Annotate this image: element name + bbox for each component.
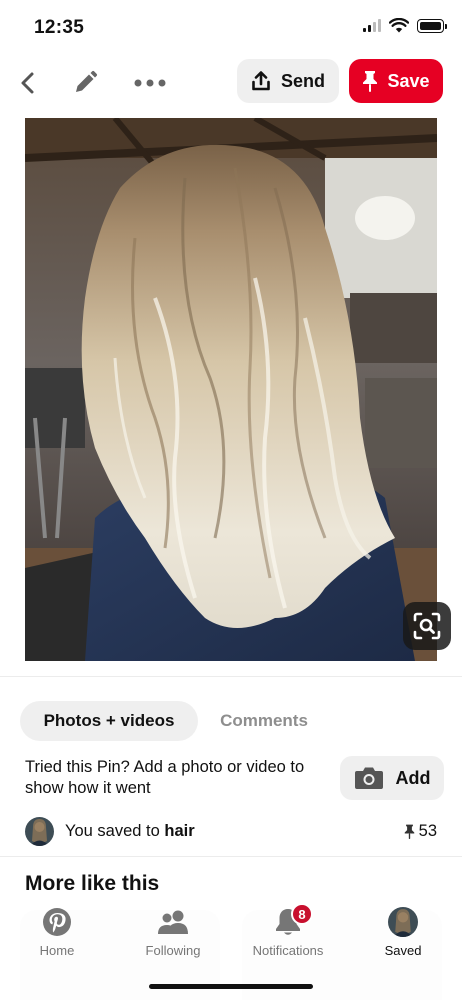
- save-button[interactable]: Save: [349, 59, 443, 103]
- send-button[interactable]: Send: [237, 59, 339, 103]
- pushpin-icon: [404, 824, 414, 839]
- saved-to-text: You saved to hair: [65, 822, 195, 841]
- add-label: Add: [395, 767, 431, 788]
- saved-to-board-row[interactable]: You saved to hair 53: [25, 816, 437, 846]
- tab-photos-videos[interactable]: Photos + videos: [20, 701, 198, 741]
- nav-following[interactable]: Following: [123, 906, 223, 958]
- avatar: [388, 907, 418, 937]
- pin-image[interactable]: [25, 118, 437, 661]
- tab-comments[interactable]: Comments: [199, 701, 329, 741]
- status-time: 12:35: [34, 17, 85, 38]
- pinterest-logo-icon: [41, 906, 73, 938]
- cellular-signal-icon: [363, 19, 381, 32]
- profile-avatar: [387, 906, 419, 938]
- visual-search-icon: [413, 612, 441, 640]
- nav-notifications[interactable]: 8 Notifications: [238, 903, 338, 958]
- divider: [0, 856, 462, 857]
- ellipsis-icon[interactable]: [133, 66, 167, 100]
- home-indicator: [149, 984, 313, 989]
- nav-notifications-label: Notifications: [252, 943, 324, 958]
- save-count: 53: [404, 822, 437, 841]
- send-label: Send: [280, 70, 325, 91]
- wifi-icon: [389, 18, 409, 33]
- chevron-left-icon[interactable]: [11, 66, 45, 100]
- status-icons: [363, 18, 447, 33]
- nav-home-label: Home: [39, 943, 75, 958]
- nav-home[interactable]: Home: [7, 906, 107, 958]
- save-label: Save: [387, 70, 430, 91]
- add-photo-button[interactable]: Add: [340, 756, 444, 800]
- nav-saved[interactable]: Saved: [353, 906, 453, 958]
- more-like-this-heading: More like this: [25, 872, 160, 895]
- save-count-value: 53: [418, 822, 437, 840]
- pin-toolbar: Send Save: [0, 56, 462, 108]
- avatar: [25, 817, 54, 846]
- status-bar: 12:35: [0, 0, 462, 56]
- nav-following-label: Following: [145, 943, 201, 958]
- notification-badge: 8: [291, 903, 313, 925]
- divider: [0, 676, 462, 677]
- share-upload-icon: [252, 71, 270, 91]
- visual-search-button[interactable]: [403, 602, 451, 650]
- camera-icon: [354, 767, 383, 789]
- battery-icon: [417, 18, 447, 33]
- nav-saved-label: Saved: [384, 943, 422, 958]
- pencil-icon[interactable]: [68, 66, 102, 100]
- bell-icon: 8: [272, 903, 313, 938]
- people-icon: [157, 906, 189, 938]
- board-name[interactable]: hair: [164, 822, 194, 840]
- pushpin-icon: [363, 71, 378, 92]
- tried-pin-prompt: Tried this Pin? Add a photo or video to …: [25, 758, 305, 797]
- saved-prefix: You saved to: [65, 822, 165, 840]
